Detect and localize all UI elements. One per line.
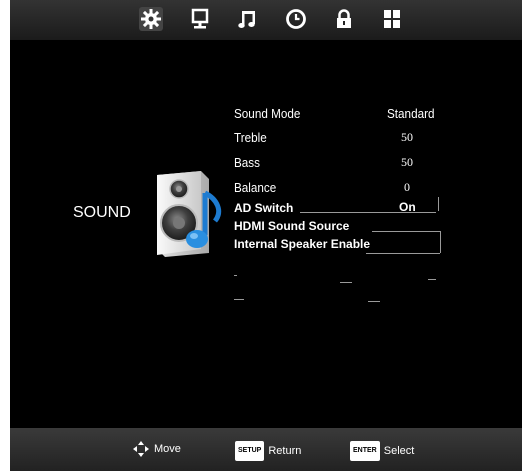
- dpad-arrows-icon: [133, 441, 149, 457]
- overlay-line: [440, 231, 441, 253]
- menu-title: SOUND: [73, 204, 131, 221]
- move-label: Move: [154, 443, 181, 455]
- menu-item-hdmi-sound-source[interactable]: HDMI Sound Source: [234, 219, 349, 233]
- lock-icon[interactable]: [332, 7, 356, 31]
- tv-screen: SOUND Sound Mode Standard Treble 50 Bass…: [10, 0, 522, 471]
- overlay-line: [438, 197, 439, 211]
- speaker-icon: [143, 165, 225, 261]
- gear-icon[interactable]: [139, 7, 163, 31]
- menu-item-bass[interactable]: Bass: [234, 155, 260, 170]
- return-label: Return: [268, 445, 302, 457]
- menu-item-balance[interactable]: Balance: [234, 180, 276, 195]
- select-label: Select: [383, 445, 415, 457]
- overlay-line: [340, 282, 352, 283]
- monitor-icon[interactable]: [188, 7, 212, 31]
- overlay-line: [234, 299, 244, 300]
- overlay-line: [372, 231, 440, 232]
- clock-icon[interactable]: [284, 7, 308, 31]
- enter-key-badge: ENTER: [350, 441, 380, 461]
- select-hint: ENTER Select: [350, 441, 414, 461]
- menu-item-treble[interactable]: Treble: [234, 130, 267, 145]
- menu-item-sound-mode[interactable]: Sound Mode: [234, 106, 300, 121]
- grid-icon[interactable]: [380, 7, 404, 31]
- menu-item-internal-speaker-enable[interactable]: Internal Speaker Enable: [234, 237, 370, 251]
- top-menu-bar: [10, 0, 522, 40]
- return-hint: SETUP Return: [235, 441, 301, 461]
- setup-key-badge: SETUP: [235, 441, 265, 461]
- menu-item-ad-switch[interactable]: AD Switch: [234, 201, 293, 215]
- overlay-line: [234, 275, 237, 276]
- balance-value: 0: [404, 180, 410, 194]
- treble-value: 50: [401, 130, 413, 144]
- overlay-line: [368, 301, 380, 302]
- overlay-line: [428, 279, 436, 280]
- music-note-icon[interactable]: [236, 7, 260, 31]
- bass-value: 50: [401, 155, 413, 169]
- sound-mode-value: Standard: [387, 106, 435, 121]
- footer-hint-bar: Move SETUP Return ENTER Select: [10, 428, 522, 471]
- move-hint: Move: [133, 441, 181, 457]
- overlay-line: [366, 253, 440, 254]
- overlay-line: [300, 212, 436, 213]
